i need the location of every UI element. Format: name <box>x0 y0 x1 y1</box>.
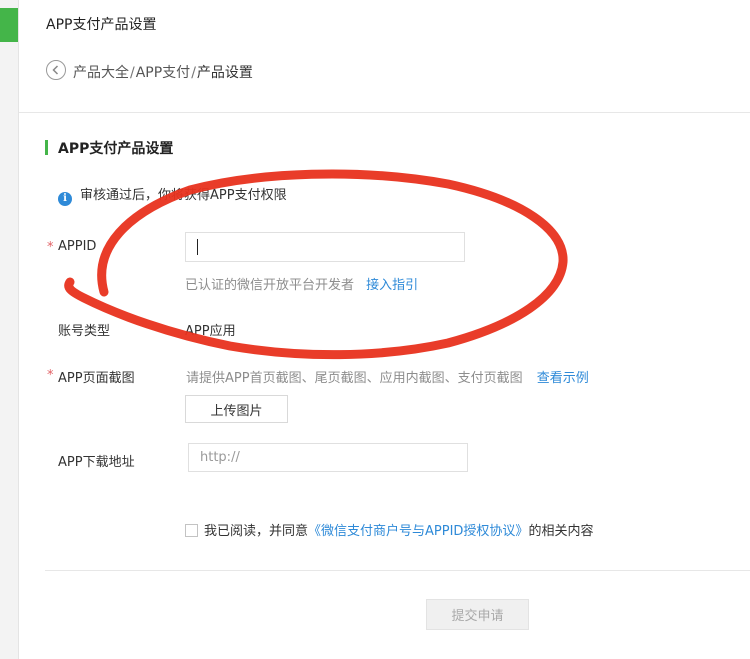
view-example-link[interactable]: 查看示例 <box>537 371 589 386</box>
agreement-checkbox[interactable] <box>185 524 198 537</box>
section-title-marker <box>45 140 48 155</box>
section-title: APP支付产品设置 <box>58 141 174 157</box>
submit-button[interactable]: 提交申请 <box>426 599 529 630</box>
appid-hint-text: 已认证的微信开放平台开发者 <box>185 278 355 293</box>
divider <box>45 570 750 571</box>
appid-input[interactable] <box>185 232 465 262</box>
breadcrumb-separator: / <box>191 65 196 81</box>
account-type-label: 账号类型 <box>58 324 111 339</box>
screenshots-hint: 请提供APP首页截图、尾页截图、应用内截图、支付页截图 查看示例 <box>186 367 589 386</box>
breadcrumb-current: 产品设置 <box>196 65 253 81</box>
download-url-input[interactable] <box>188 443 468 472</box>
appid-label: APPID <box>58 239 97 254</box>
breadcrumb-product-list[interactable]: 产品大全 <box>73 65 129 81</box>
page-title: APP支付产品设置 <box>46 17 157 33</box>
page-header: APP支付产品设置 产品大全/APP支付/产品设置 <box>19 0 750 113</box>
upload-image-button[interactable]: 上传图片 <box>185 395 288 423</box>
integration-guide-link[interactable]: 接入指引 <box>366 278 418 293</box>
required-mark: * <box>47 240 54 255</box>
notice-text: 审核通过后，你将获得APP支付权限 <box>80 188 287 203</box>
chevron-left-icon <box>52 65 59 75</box>
info-icon: i <box>58 192 72 206</box>
screenshots-label: APP页面截图 <box>58 371 135 386</box>
back-button[interactable] <box>46 60 66 80</box>
agreement-suffix: 的相关内容 <box>528 524 594 539</box>
appid-hint: 已认证的微信开放平台开发者 接入指引 <box>185 274 418 293</box>
approval-notice: i 审核通过后，你将获得APP支付权限 <box>58 184 287 206</box>
required-mark: * <box>47 368 54 383</box>
breadcrumb-separator: / <box>130 65 135 81</box>
agreement-link[interactable]: 《微信支付商户号与APPID授权协议》 <box>308 524 528 539</box>
text-cursor <box>197 239 198 255</box>
sidebar-active-indicator <box>0 8 18 42</box>
agreement-row: 我已阅读，并同意《微信支付商户号与APPID授权协议》的相关内容 <box>185 520 593 539</box>
download-url-label: APP下载地址 <box>58 455 135 470</box>
screenshots-hint-text: 请提供APP首页截图、尾页截图、应用内截图、支付页截图 <box>186 371 523 386</box>
account-type-value: APP应用 <box>185 324 236 339</box>
agreement-prefix: 我已阅读，并同意 <box>204 524 309 539</box>
breadcrumb-app-pay[interactable]: APP支付 <box>136 65 190 81</box>
left-sidebar <box>0 0 19 659</box>
breadcrumb: 产品大全/APP支付/产品设置 <box>73 62 253 82</box>
